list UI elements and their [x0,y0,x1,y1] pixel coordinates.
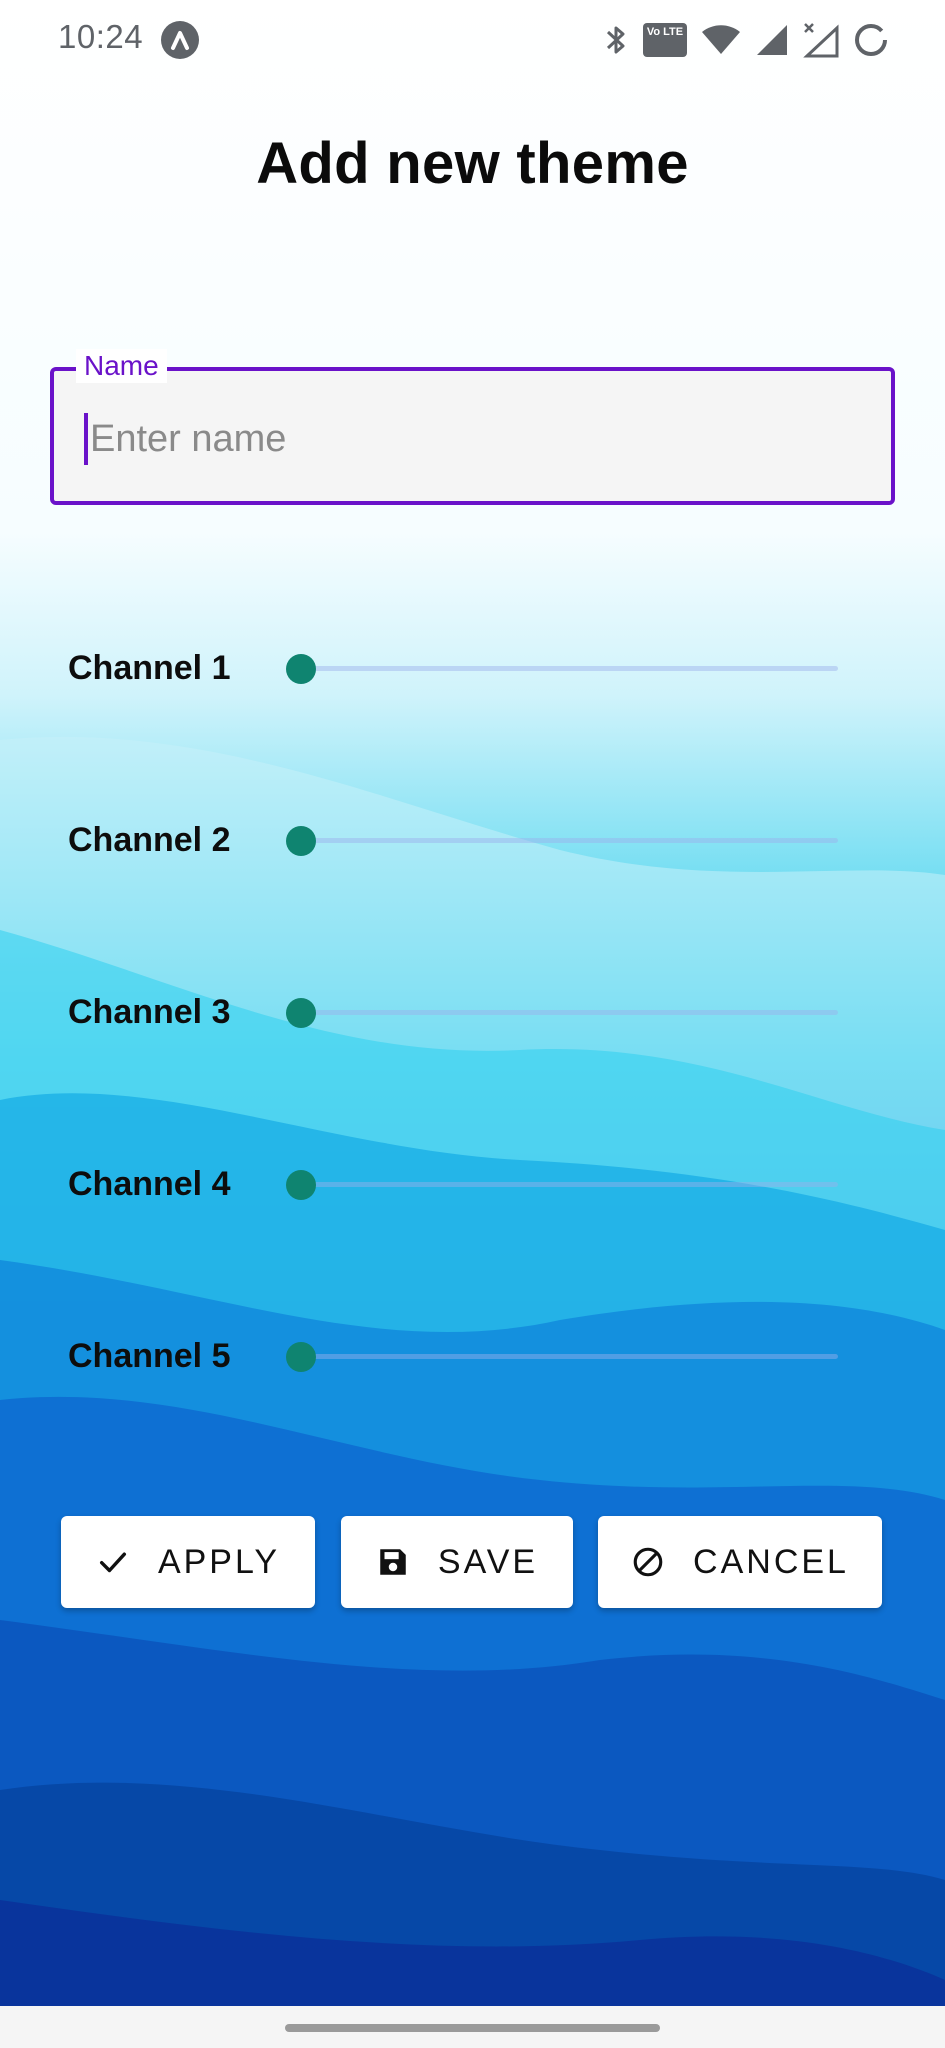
channel-2-slider[interactable] [286,821,838,861]
channel-row-4: Channel 4 [0,1155,945,1215]
channel-label: Channel 4 [68,1165,231,1203]
channel-row-5: Channel 5 [0,1327,945,1387]
slider-thumb[interactable] [286,1170,316,1200]
cancel-button-label: CANCEL [693,1542,849,1581]
channel-label: Channel 1 [68,649,231,687]
text-cursor [84,413,88,465]
channel-label: Channel 5 [68,1337,231,1375]
block-icon [633,1547,663,1577]
bluetooth-icon [606,26,625,54]
volte-icon: Vo LTE [643,23,687,57]
channel-row-1: Channel 1 [0,639,945,699]
floppy-disk-icon [380,1549,406,1575]
name-field-label: Name [76,349,167,383]
status-time: 10:24 [58,18,144,55]
app-notification-icon [161,21,199,59]
page-title: Add new theme [256,131,689,196]
channel-row-2: Channel 2 [0,811,945,871]
navigation-bar [0,2006,945,2048]
channel-label: Channel 2 [68,821,231,859]
slider-thumb[interactable] [286,1342,316,1372]
slider-track [302,1010,838,1015]
save-button[interactable]: SAVE [341,1516,573,1608]
slider-thumb[interactable] [286,826,316,856]
name-input[interactable]: Enter name [84,413,286,465]
channel-5-slider[interactable] [286,1337,838,1377]
slider-thumb[interactable] [286,998,316,1028]
channel-4-slider[interactable] [286,1165,838,1205]
channel-1-slider[interactable] [286,649,838,689]
apply-button[interactable]: APPLY [61,1516,315,1608]
battery-saver-icon [855,24,887,56]
slider-track [302,1182,838,1187]
check-icon [99,1552,126,1573]
slider-track [302,838,838,843]
channel-label: Channel 3 [68,993,231,1031]
slider-track [302,1354,838,1359]
wifi-icon [702,25,740,54]
home-gesture-handle[interactable] [285,2024,660,2032]
cancel-button[interactable]: CANCEL [598,1516,882,1608]
signal-icon [757,25,787,55]
signal-no-service-icon [803,23,839,58]
channel-row-3: Channel 3 [0,983,945,1043]
slider-thumb[interactable] [286,654,316,684]
name-placeholder: Enter name [90,417,287,460]
save-button-label: SAVE [437,1542,539,1581]
slider-track [302,666,838,671]
apply-button-label: APPLY [157,1542,281,1581]
status-bar: 10:24 Vo LTE [0,0,945,80]
status-icons: Vo LTE [603,18,889,62]
channel-3-slider[interactable] [286,993,838,1033]
name-field[interactable]: Name Enter name [50,349,895,505]
